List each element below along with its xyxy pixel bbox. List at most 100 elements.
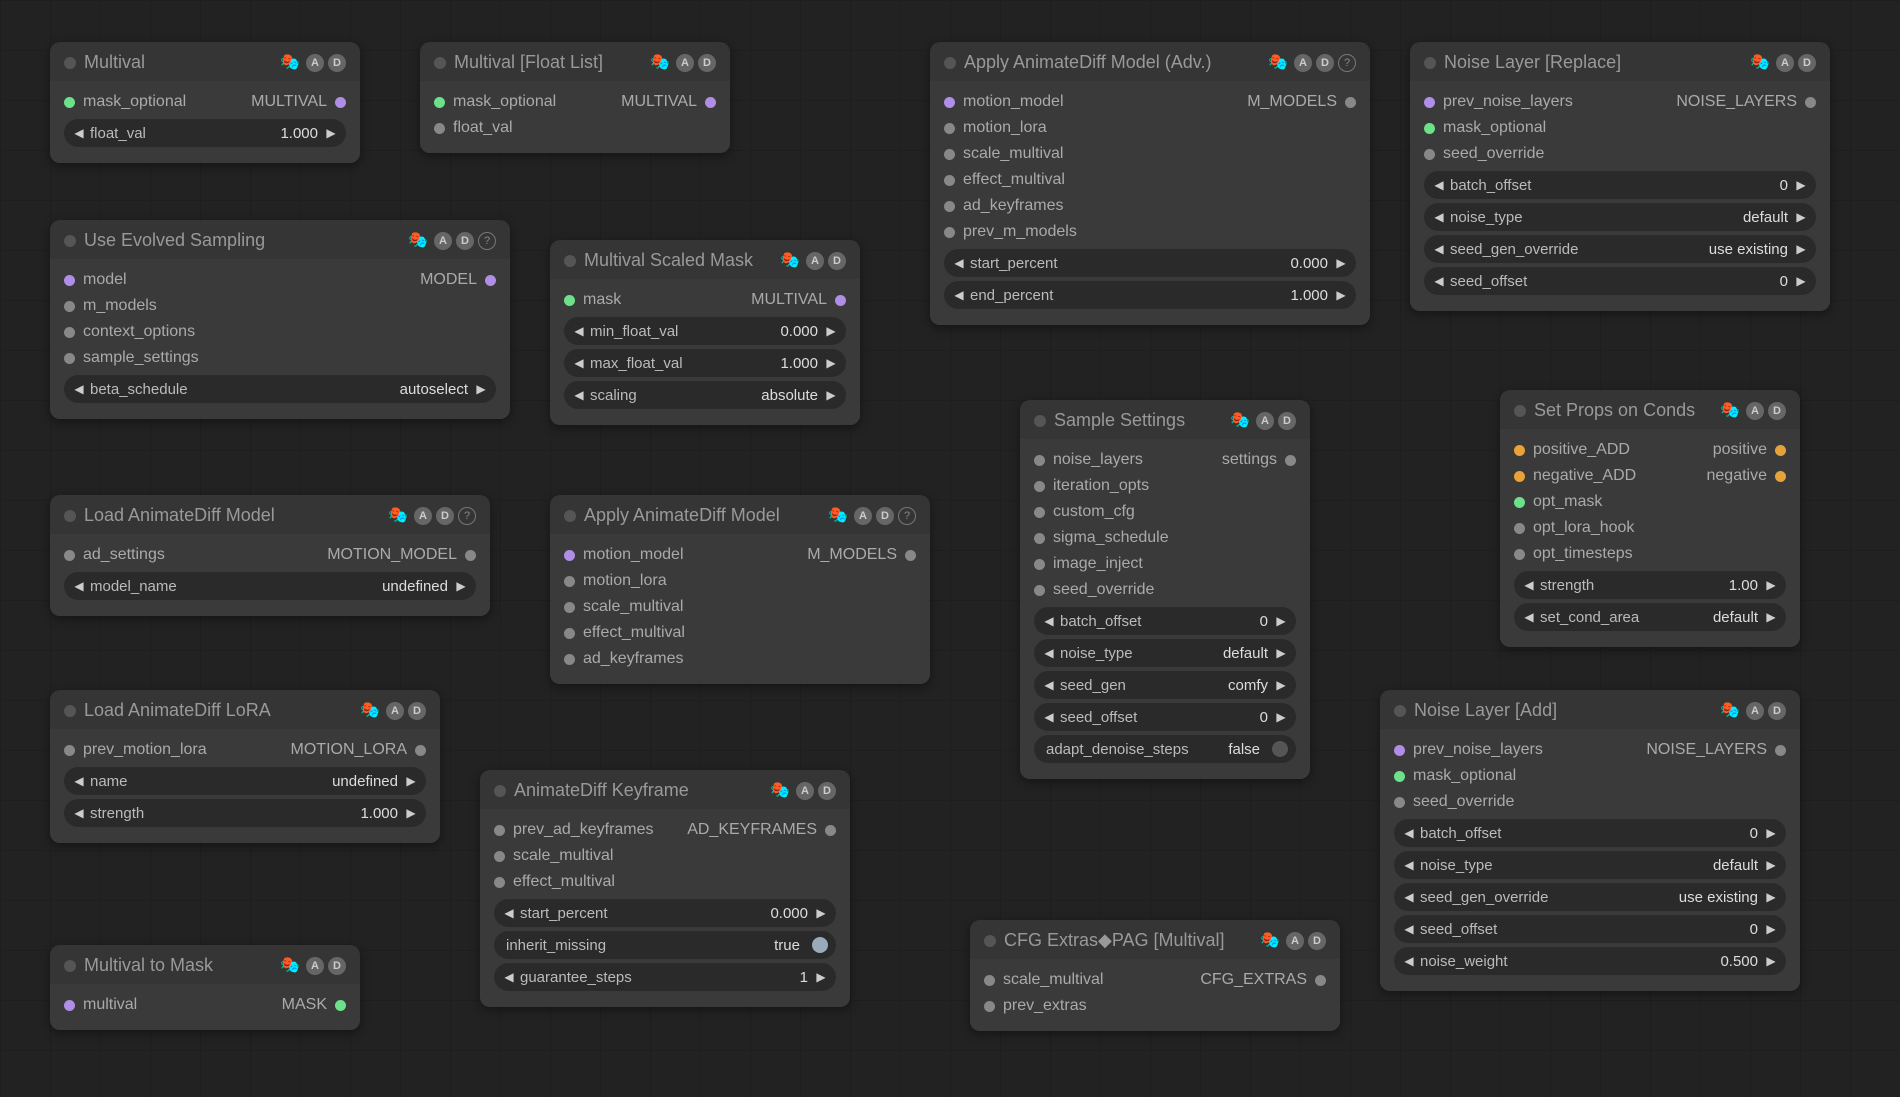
node-title[interactable]: Set Props on CondsAD (1500, 390, 1800, 429)
port-icon[interactable] (1424, 123, 1435, 134)
chevron-left-icon[interactable]: ◀ (1432, 178, 1446, 192)
node-title[interactable]: Noise Layer [Replace]AD (1410, 42, 1830, 81)
input-port[interactable]: mask (564, 291, 621, 309)
port-icon[interactable] (1775, 471, 1786, 482)
chevron-left-icon[interactable]: ◀ (72, 126, 86, 140)
input-port[interactable]: prev_noise_layers (1394, 741, 1543, 759)
node-title[interactable]: Apply AnimateDiff ModelAD? (550, 495, 930, 534)
widget-name[interactable]: ◀nameundefined▶ (64, 767, 426, 795)
port-icon[interactable] (415, 745, 426, 756)
port-icon[interactable] (1394, 797, 1405, 808)
output-port[interactable]: negative (1707, 467, 1787, 485)
input-port[interactable]: iteration_opts (1034, 477, 1149, 495)
collapse-dot-icon[interactable] (64, 960, 76, 972)
collapse-dot-icon[interactable] (64, 705, 76, 717)
chevron-right-icon[interactable]: ▶ (1274, 678, 1288, 692)
chevron-left-icon[interactable]: ◀ (72, 579, 86, 593)
widget-seed-gen[interactable]: ◀seed_gencomfy▶ (1034, 671, 1296, 699)
input-port[interactable]: negative_ADD (1514, 467, 1636, 485)
port-icon[interactable] (944, 227, 955, 238)
chevron-right-icon[interactable]: ▶ (404, 774, 418, 788)
port-icon[interactable] (434, 123, 445, 134)
port-icon[interactable] (465, 550, 476, 561)
widget-strength[interactable]: ◀strength1.000▶ (64, 799, 426, 827)
collapse-dot-icon[interactable] (564, 510, 576, 522)
collapse-dot-icon[interactable] (564, 255, 576, 267)
chevron-right-icon[interactable]: ▶ (824, 324, 838, 338)
input-port[interactable]: mask_optional (1394, 767, 1516, 785)
node-load_animatediff_lora[interactable]: Load AnimateDiff LoRAADprev_motion_loraM… (50, 690, 440, 843)
input-port[interactable]: prev_ad_keyframes (494, 821, 654, 839)
chevron-left-icon[interactable]: ◀ (1402, 858, 1416, 872)
output-port[interactable]: MOTION_LORA (291, 741, 426, 759)
collapse-dot-icon[interactable] (64, 510, 76, 522)
input-port[interactable]: scale_multival (494, 847, 613, 865)
input-port[interactable]: sigma_schedule (1034, 529, 1169, 547)
chevron-right-icon[interactable]: ▶ (824, 356, 838, 370)
port-icon[interactable] (1775, 745, 1786, 756)
input-port[interactable]: ad_keyframes (944, 197, 1064, 215)
output-port[interactable]: settings (1222, 451, 1296, 469)
chevron-left-icon[interactable]: ◀ (502, 906, 516, 920)
port-icon[interactable] (564, 654, 575, 665)
port-icon[interactable] (1394, 745, 1405, 756)
output-port[interactable]: M_MODELS (1247, 93, 1356, 111)
chevron-left-icon[interactable]: ◀ (1042, 710, 1056, 724)
input-port[interactable]: opt_lora_hook (1514, 519, 1634, 537)
widget-seed-gen-override[interactable]: ◀seed_gen_overrideuse existing▶ (1394, 883, 1786, 911)
port-icon[interactable] (1034, 507, 1045, 518)
input-port[interactable]: multival (64, 996, 137, 1014)
input-port[interactable]: sample_settings (64, 349, 199, 367)
port-icon[interactable] (1394, 771, 1405, 782)
output-port[interactable]: AD_KEYFRAMES (687, 821, 836, 839)
chevron-left-icon[interactable]: ◀ (72, 806, 86, 820)
widget-float-val[interactable]: ◀float_val1.000▶ (64, 119, 346, 147)
output-port[interactable]: positive (1713, 441, 1786, 459)
help-icon[interactable]: ? (458, 507, 476, 525)
node-title[interactable]: Multival [Float List]AD (420, 42, 730, 81)
port-icon[interactable] (64, 745, 75, 756)
chevron-right-icon[interactable]: ▶ (1794, 178, 1808, 192)
input-port[interactable]: prev_noise_layers (1424, 93, 1573, 111)
node-title[interactable]: Apply AnimateDiff Model (Adv.)AD? (930, 42, 1370, 81)
widget-end-percent[interactable]: ◀end_percent1.000▶ (944, 281, 1356, 309)
input-port[interactable]: model (64, 271, 127, 289)
widget-model-name[interactable]: ◀model_nameundefined▶ (64, 572, 476, 600)
input-port[interactable]: motion_model (944, 93, 1064, 111)
widget-noise-type[interactable]: ◀noise_typedefault▶ (1424, 203, 1816, 231)
chevron-left-icon[interactable]: ◀ (1402, 922, 1416, 936)
port-icon[interactable] (1805, 97, 1816, 108)
port-icon[interactable] (944, 97, 955, 108)
input-port[interactable]: motion_model (564, 546, 684, 564)
output-port[interactable]: MULTIVAL (751, 291, 846, 309)
node-apply_animatediff_adv[interactable]: Apply AnimateDiff Model (Adv.)AD? motion_… (930, 42, 1370, 325)
output-port[interactable]: MODEL (420, 271, 496, 289)
collapse-dot-icon[interactable] (1514, 405, 1526, 417)
node-title[interactable]: MultivalAD (50, 42, 360, 81)
widget-beta-schedule[interactable]: ◀beta_scheduleautoselect▶ (64, 375, 496, 403)
input-port[interactable]: seed_override (1034, 581, 1154, 599)
node-title[interactable]: Multival to MaskAD (50, 945, 360, 984)
node-noise_layer_add[interactable]: Noise Layer [Add]ADprev_noise_layersNOIS… (1380, 690, 1800, 991)
node-title[interactable]: Load AnimateDiff LoRAAD (50, 690, 440, 729)
node-title[interactable]: AnimateDiff KeyframeAD (480, 770, 850, 809)
port-icon[interactable] (564, 628, 575, 639)
port-icon[interactable] (564, 576, 575, 587)
widget-start-percent[interactable]: ◀start_percent0.000▶ (944, 249, 1356, 277)
output-port[interactable]: NOISE_LAYERS (1646, 741, 1786, 759)
port-icon[interactable] (1514, 471, 1525, 482)
input-port[interactable]: mask_optional (1424, 119, 1546, 137)
port-icon[interactable] (64, 353, 75, 364)
port-icon[interactable] (1034, 559, 1045, 570)
widget-noise-type[interactable]: ◀noise_typedefault▶ (1034, 639, 1296, 667)
node-sample_settings[interactable]: Sample SettingsADnoise_layerssettingsite… (1020, 400, 1310, 779)
port-icon[interactable] (1285, 455, 1296, 466)
output-port[interactable]: CFG_EXTRAS (1200, 971, 1326, 989)
chevron-left-icon[interactable]: ◀ (572, 388, 586, 402)
input-port[interactable]: ad_keyframes (564, 650, 684, 668)
port-icon[interactable] (494, 877, 505, 888)
chevron-left-icon[interactable]: ◀ (1432, 242, 1446, 256)
output-port[interactable]: MULTIVAL (621, 93, 716, 111)
input-port[interactable]: mask_optional (434, 93, 556, 111)
widget-batch-offset[interactable]: ◀batch_offset0▶ (1394, 819, 1786, 847)
